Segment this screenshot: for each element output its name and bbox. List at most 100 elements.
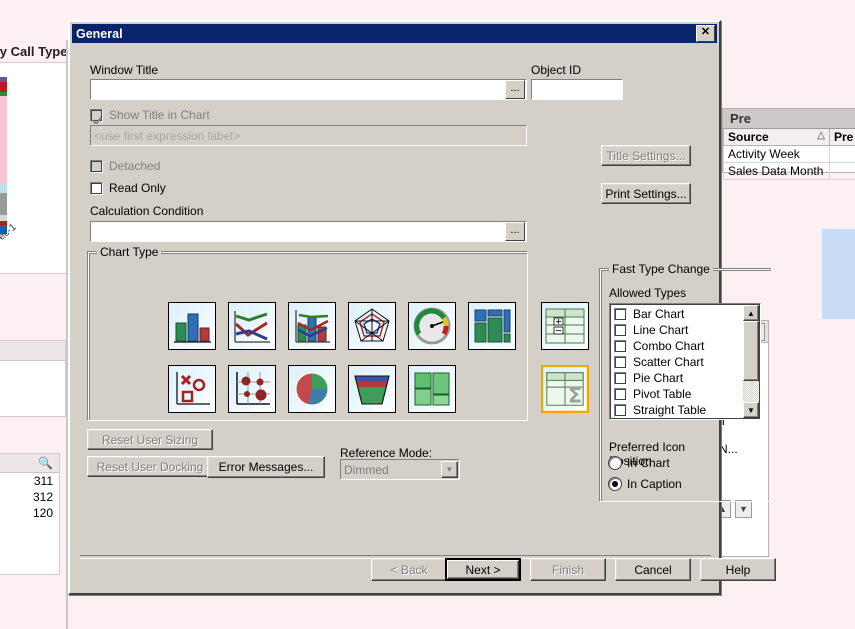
title-settings-button: Title Settings... xyxy=(601,145,691,166)
chevron-down-icon[interactable]: ▼ xyxy=(441,461,458,478)
scrollbar-thumb[interactable] xyxy=(743,321,759,381)
scrollbar-track[interactable] xyxy=(743,381,759,402)
chart-type-straight-table[interactable]: Σ xyxy=(541,365,589,413)
background-table-pre[interactable]: Pre Source△ Pre Activity Week J Sales Da… xyxy=(722,108,855,180)
chart-type-radar-chart[interactable] xyxy=(348,302,396,350)
allowed-type-item[interactable]: Line Chart xyxy=(610,322,742,338)
chart-type-line-chart[interactable] xyxy=(228,302,276,350)
radio-in-chart[interactable]: In Chart xyxy=(609,456,670,470)
scroll-down-icon[interactable]: ▼ xyxy=(743,402,759,418)
next-button[interactable]: Next > xyxy=(445,558,521,581)
list-item[interactable]: 5 xyxy=(0,377,65,393)
mekko-chart-icon xyxy=(414,372,450,406)
allowed-type-item[interactable]: Scatter Chart xyxy=(610,354,742,370)
search-icon[interactable]: 🔍 xyxy=(0,454,59,473)
table-cell-source[interactable]: Activity Week xyxy=(723,145,830,163)
chart-type-scatter-chart[interactable] xyxy=(168,365,216,413)
chart-type-gauge-chart[interactable] xyxy=(408,302,456,350)
table-column-header[interactable]: Pre xyxy=(829,129,855,146)
bar-chart-icon xyxy=(174,313,211,343)
scroll-down-icon[interactable]: ▼ xyxy=(735,500,752,518)
dialog-titlebar[interactable]: General ✕ xyxy=(72,24,717,43)
checkbox-box[interactable] xyxy=(614,323,627,337)
list-item[interactable]: _GLS xyxy=(0,361,65,377)
background-listbox-numbers[interactable]: 🔍 311 312 120 xyxy=(0,453,60,575)
scroll-up-icon[interactable]: ▲ xyxy=(743,305,759,321)
radar-chart-icon xyxy=(354,308,390,342)
background-chart-stacked-bar[interactable] xyxy=(0,77,7,234)
allowed-type-item[interactable]: Straight Table xyxy=(610,402,742,418)
allowed-type-label: Pivot Table xyxy=(633,387,692,401)
chart-type-pivot-table[interactable] xyxy=(541,302,589,350)
list-item[interactable]: 311 xyxy=(0,473,59,489)
list-item[interactable]: NCO xyxy=(0,425,65,441)
checkbox-box[interactable] xyxy=(614,387,627,401)
list-item[interactable]: - xyxy=(0,393,65,409)
reset-user-sizing-button: Reset User Sizing xyxy=(87,429,213,450)
chart-type-combo-chart[interactable] xyxy=(288,302,336,350)
read-only-label: Read Only xyxy=(109,181,166,195)
chart-type-pie-chart[interactable] xyxy=(288,365,336,413)
background-chart-title: % Calls by Call Type xyxy=(0,44,68,59)
background-chart[interactable]: % Calls by Call Type 100% 50% 0% Dec-1 xyxy=(0,62,74,274)
table-column-header[interactable]: Source △ xyxy=(723,129,830,146)
checkbox-box[interactable] xyxy=(90,108,103,122)
chart-type-funnel-chart[interactable] xyxy=(348,365,396,413)
straight-table-icon: Σ xyxy=(546,372,584,407)
checkbox-box[interactable] xyxy=(614,307,627,321)
table-row[interactable]: Sales Data Month xyxy=(723,162,855,180)
object-id-input[interactable] xyxy=(530,78,624,101)
allowed-type-item[interactable]: Pie Chart xyxy=(610,370,742,386)
print-settings-button[interactable]: Print Settings... xyxy=(601,183,691,204)
allowed-types-scrollbar[interactable]: ▲ ▼ xyxy=(743,305,759,418)
allowed-type-item[interactable]: Combo Chart xyxy=(610,338,742,354)
general-properties-dialog[interactable]: General ✕ Window Title ... Object ID Sho… xyxy=(68,20,776,595)
title-expression-value: <use first expression label> xyxy=(94,128,241,143)
calculation-condition-expression-button[interactable]: ... xyxy=(505,222,525,241)
background-listbox-source-id[interactable]: Source ID _GLS 5 - AB NCO xyxy=(0,340,66,417)
list-item[interactable]: 312 xyxy=(0,489,59,505)
allowed-type-item[interactable]: Bar Chart xyxy=(610,306,742,322)
window-title-input[interactable]: ... xyxy=(89,78,528,101)
pie-chart-icon xyxy=(295,372,329,406)
checkbox-box[interactable] xyxy=(614,403,627,417)
read-only-checkbox[interactable]: Read Only xyxy=(90,181,166,195)
allowed-type-label: Scatter Chart xyxy=(633,355,704,369)
checkbox-box[interactable] xyxy=(614,339,627,353)
show-title-in-chart-checkbox[interactable]: Show Title in Chart xyxy=(90,108,210,122)
reference-mode-select[interactable]: Dimmed ▼ xyxy=(339,458,461,481)
chart-type-bar-chart[interactable] xyxy=(168,302,216,350)
allowed-types-listbox[interactable]: Bar Chart Line Chart Combo Chart Scatter… xyxy=(609,303,761,420)
chart-type-grid-chart[interactable] xyxy=(228,365,276,413)
cancel-button[interactable]: Cancel xyxy=(615,558,691,581)
table-cell-source[interactable]: Sales Data Month xyxy=(723,162,830,180)
title-expression-input: <use first expression label> xyxy=(89,124,528,147)
list-item[interactable]: AB xyxy=(0,409,65,425)
show-title-in-chart-label: Show Title in Chart xyxy=(109,108,210,122)
calculation-condition-input[interactable]: ... xyxy=(89,220,528,243)
radio-button[interactable] xyxy=(609,457,621,469)
dialog-title: General xyxy=(76,26,123,41)
radio-in-caption[interactable]: In Caption xyxy=(609,477,682,491)
window-title-expression-button[interactable]: ... xyxy=(505,80,525,99)
help-button[interactable]: Help xyxy=(700,558,776,581)
reference-mode-label: Reference Mode: xyxy=(340,446,433,460)
chart-type-mekko-chart[interactable] xyxy=(408,365,456,413)
object-id-label: Object ID xyxy=(531,63,582,77)
error-messages-button[interactable]: Error Messages... xyxy=(207,456,325,478)
chart-type-block-chart[interactable] xyxy=(468,302,516,350)
checkbox-box[interactable] xyxy=(90,181,103,195)
list-item[interactable]: 120 xyxy=(0,505,59,521)
block-chart-icon xyxy=(474,309,511,343)
reference-mode-value[interactable]: Dimmed xyxy=(341,463,441,477)
table-cell-pre[interactable]: J xyxy=(829,145,855,163)
checkbox-box[interactable] xyxy=(614,355,627,369)
funnel-chart-icon xyxy=(354,375,390,405)
close-icon[interactable]: ✕ xyxy=(696,25,715,42)
allowed-type-item[interactable]: Pivot Table xyxy=(610,386,742,402)
checkbox-box[interactable] xyxy=(614,371,627,385)
table-row[interactable]: Activity Week J xyxy=(723,145,855,163)
radio-button[interactable] xyxy=(609,478,621,490)
table-cell-pre[interactable] xyxy=(829,162,855,180)
allowed-types-label: Allowed Types xyxy=(609,286,687,300)
